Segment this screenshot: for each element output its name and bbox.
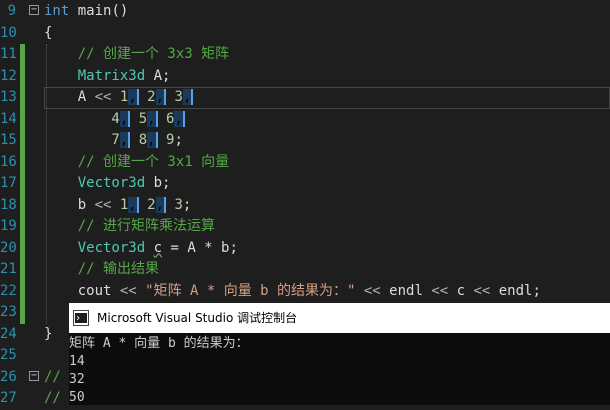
code-text: 7, 8, 9;: [44, 132, 183, 148]
change-indicator: [20, 194, 25, 216]
change-indicator: [20, 108, 25, 130]
change-indicator: [20, 130, 25, 152]
line-number: 17: [0, 175, 17, 191]
code-text: // 输出结果: [44, 261, 160, 277]
code-line[interactable]: 17 Vector3d b;: [0, 173, 610, 195]
code-text: //: [44, 368, 61, 385]
code-text: b << 1, 2, 3;: [44, 196, 192, 213]
change-indicator: [20, 151, 25, 173]
line-number: 18: [0, 196, 17, 213]
line-number: 15: [0, 132, 17, 148]
console-line: 32: [69, 372, 85, 387]
change-indicator: [20, 65, 25, 87]
code-line[interactable]: 16 // 创建一个 3x1 向量: [0, 151, 610, 173]
code-text: // 创建一个 3x1 向量: [44, 153, 230, 170]
line-number: 19: [0, 218, 17, 234]
line-number: 26: [0, 368, 17, 385]
code-line[interactable]: 9 − int main(): [0, 1, 610, 23]
code-line[interactable]: 10 {: [0, 23, 610, 45]
console-output: 矩阵 A * 向量 b 的结果为： 14 32 50: [69, 333, 610, 407]
line-number: 10: [0, 24, 17, 41]
code-text: int main(): [44, 3, 129, 19]
code-line[interactable]: 19 // 进行矩阵乘法运算: [0, 216, 610, 238]
code-text: Vector3d b;: [44, 175, 171, 191]
console-line: 矩阵 A * 向量 b 的结果为：: [69, 336, 249, 351]
console-title: Microsoft Visual Studio 调试控制台: [97, 311, 298, 325]
change-indicator: [20, 237, 25, 259]
code-line[interactable]: 14 4, 5, 6,: [0, 108, 610, 130]
code-text: 4, 5, 6,: [44, 110, 185, 127]
visual-studio-icon: [73, 310, 89, 326]
code-line[interactable]: 20 Vector3d c = A * b;: [0, 237, 610, 259]
code-text: // 创建一个 3x3 矩阵: [44, 46, 230, 62]
change-indicator: [20, 216, 25, 238]
line-number: 24: [0, 325, 17, 342]
fold-toggle-icon[interactable]: −: [29, 5, 39, 15]
change-indicator: [20, 259, 25, 281]
code-line[interactable]: 21 // 输出结果: [0, 259, 610, 281]
change-indicator: [20, 280, 25, 302]
console-title-bar[interactable]: Microsoft Visual Studio 调试控制台: [69, 303, 610, 333]
line-number: 9: [7, 3, 16, 19]
indent-guide: [46, 44, 48, 324]
change-indicator: [20, 173, 25, 195]
line-number: 21: [0, 261, 17, 277]
change-indicator: [20, 87, 25, 109]
code-line[interactable]: 13 A << 1, 2, 3,: [0, 87, 610, 109]
line-number: 22: [0, 282, 17, 299]
change-indicator: [20, 302, 25, 324]
code-text: }: [44, 325, 53, 342]
debug-console-window[interactable]: Microsoft Visual Studio 调试控制台 矩阵 A * 向量 …: [69, 303, 610, 405]
code-text: {: [44, 24, 53, 41]
change-indicator: [20, 44, 25, 66]
code-text: Vector3d c = A * b;: [44, 239, 238, 256]
code-text: A << 1, 2, 3,: [44, 89, 194, 105]
code-line[interactable]: 15 7, 8, 9;: [0, 130, 610, 152]
line-number: 20: [0, 239, 17, 256]
line-number: 14: [0, 110, 17, 127]
console-line: 14: [69, 354, 85, 369]
line-number: 11: [0, 46, 17, 62]
code-text: //: [44, 390, 61, 406]
line-number: 25: [0, 347, 17, 363]
code-line[interactable]: 18 b << 1, 2, 3;: [0, 194, 610, 216]
code-text: // 进行矩阵乘法运算: [44, 218, 216, 234]
code-line[interactable]: 12 Matrix3d A;: [0, 65, 610, 87]
line-number: 27: [0, 390, 17, 406]
console-line: 50: [69, 390, 85, 405]
line-number: 13: [0, 89, 17, 105]
code-text: Matrix3d A;: [44, 67, 171, 84]
line-number: 16: [0, 153, 17, 170]
line-number: 12: [0, 67, 17, 84]
code-line[interactable]: 11 // 创建一个 3x3 矩阵: [0, 44, 610, 66]
code-text: cout << "矩阵 A * 向量 b 的结果为：" << endl << c…: [44, 282, 541, 299]
line-number: 23: [0, 304, 17, 320]
fold-toggle-icon[interactable]: −: [29, 370, 39, 381]
code-line[interactable]: 22 cout << "矩阵 A * 向量 b 的结果为：" << endl <…: [0, 280, 610, 302]
